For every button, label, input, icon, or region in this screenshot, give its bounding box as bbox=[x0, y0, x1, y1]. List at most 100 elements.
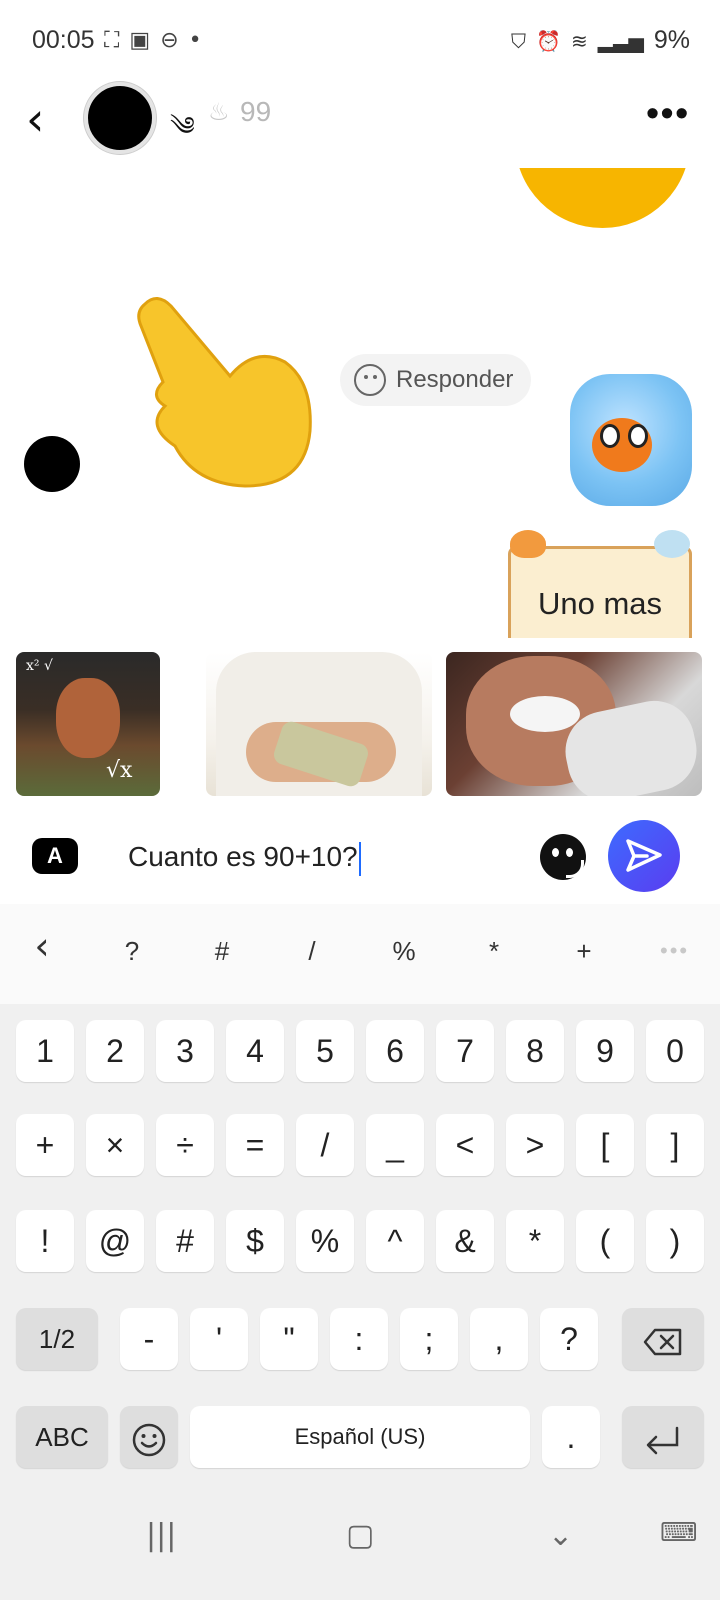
key[interactable]: , bbox=[470, 1308, 528, 1370]
message-composer: A Cuanto es 90+10? bbox=[0, 808, 720, 904]
backspace-icon bbox=[643, 1328, 682, 1355]
key[interactable]: ÷ bbox=[156, 1114, 214, 1176]
gif-face bbox=[56, 678, 120, 758]
battery-level: 9% bbox=[653, 26, 690, 54]
symbol-key[interactable]: + bbox=[554, 936, 614, 967]
gif-suggestions: x² √ √x bbox=[0, 650, 720, 798]
key[interactable]: 1 bbox=[16, 1020, 74, 1082]
message-text: Cuanto es 90+10? bbox=[128, 841, 358, 872]
space-key[interactable]: Español (US) bbox=[190, 1406, 530, 1468]
key[interactable]: % bbox=[296, 1210, 354, 1272]
key[interactable]: 4 bbox=[226, 1020, 284, 1082]
key[interactable]: - bbox=[120, 1308, 178, 1370]
signal-icon: ▂▃▅ bbox=[597, 28, 644, 53]
wind-icon: ༄ bbox=[170, 112, 195, 142]
alarm-icon: ⏰ bbox=[536, 28, 561, 53]
key[interactable]: / bbox=[296, 1114, 354, 1176]
dog-icon bbox=[654, 530, 690, 558]
keyboard-icon[interactable]: ⌨ bbox=[660, 1518, 698, 1548]
back-icon[interactable]: ‹ bbox=[26, 94, 66, 144]
wifi-icon: ≋ bbox=[570, 28, 588, 53]
gallery-icon: ▣ bbox=[129, 28, 151, 53]
gif-suggestion[interactable] bbox=[446, 652, 702, 796]
key[interactable]: # bbox=[156, 1210, 214, 1272]
abc-key[interactable]: ABC bbox=[16, 1406, 108, 1468]
symbol-key[interactable]: ? bbox=[102, 936, 162, 967]
text-cursor bbox=[358, 841, 361, 876]
key[interactable]: ) bbox=[646, 1210, 704, 1272]
avatar[interactable] bbox=[84, 82, 156, 154]
enter-key[interactable] bbox=[622, 1406, 704, 1468]
navigation-bar: ||| ▢ ⌄ ⌨ bbox=[0, 1488, 720, 1600]
gif-suggestion[interactable]: x² √ √x bbox=[16, 652, 160, 796]
key[interactable]: 2 bbox=[86, 1020, 144, 1082]
reply-label: Responder bbox=[396, 366, 514, 393]
sticker-eye bbox=[600, 424, 620, 448]
message-input[interactable]: Cuanto es 90+10? bbox=[110, 820, 610, 894]
key[interactable]: ! bbox=[16, 1210, 74, 1272]
key[interactable]: + bbox=[16, 1114, 74, 1176]
key[interactable]: $ bbox=[226, 1210, 284, 1272]
sticker-eye bbox=[628, 424, 648, 448]
sender-avatar[interactable] bbox=[24, 436, 80, 492]
recents-icon[interactable]: ||| bbox=[146, 1518, 176, 1553]
screenshot-icon: ⛶ bbox=[104, 28, 120, 53]
gif-mouth bbox=[510, 696, 580, 732]
emoji-icon bbox=[132, 1423, 166, 1456]
key[interactable]: < bbox=[436, 1114, 494, 1176]
symbol-suggestion-row: ‹ ? # / % * + ••• bbox=[0, 904, 720, 1004]
status-bar: 00:05 ⛶ ▣ ⊖ • ⛉ ⏰ ≋ ▂▃▅ 9% bbox=[0, 0, 720, 84]
key[interactable]: ^ bbox=[366, 1210, 424, 1272]
do-not-disturb-icon: ⊖ bbox=[160, 28, 179, 53]
more-options-icon[interactable]: ••• bbox=[660, 938, 689, 964]
key[interactable]: > bbox=[506, 1114, 564, 1176]
page-toggle-key[interactable]: 1/2 bbox=[16, 1308, 98, 1370]
chat-area: Responder Uno mas bbox=[0, 168, 720, 638]
reply-smiley-icon bbox=[354, 364, 386, 396]
key[interactable]: × bbox=[86, 1114, 144, 1176]
period-key[interactable]: . bbox=[542, 1406, 600, 1468]
key[interactable]: ] bbox=[646, 1114, 704, 1176]
symbol-key[interactable]: % bbox=[374, 936, 434, 967]
more-icon[interactable]: ••• bbox=[646, 92, 690, 134]
key[interactable]: & bbox=[436, 1210, 494, 1272]
key[interactable]: 3 bbox=[156, 1020, 214, 1082]
key[interactable]: @ bbox=[86, 1210, 144, 1272]
enter-icon bbox=[646, 1426, 679, 1454]
hide-keyboard-icon[interactable]: ⌄ bbox=[548, 1518, 573, 1553]
key[interactable]: ( bbox=[576, 1210, 634, 1272]
sticker-message[interactable] bbox=[515, 168, 690, 228]
key[interactable]: ? bbox=[540, 1308, 598, 1370]
status-right-icons: ⛉ ⏰ ≋ ▂▃▅ 9% bbox=[511, 26, 690, 55]
reply-button[interactable]: Responder bbox=[340, 354, 532, 406]
math-overlay: x² √ bbox=[26, 658, 53, 674]
symbol-key[interactable]: * bbox=[464, 936, 524, 967]
text-format-button[interactable]: A bbox=[32, 838, 78, 874]
key[interactable]: 6 bbox=[366, 1020, 424, 1082]
send-icon bbox=[626, 839, 662, 872]
key[interactable]: " bbox=[260, 1308, 318, 1370]
emoji-key[interactable] bbox=[120, 1406, 178, 1468]
key[interactable]: [ bbox=[576, 1114, 634, 1176]
key[interactable]: ; bbox=[400, 1308, 458, 1370]
key[interactable]: ' bbox=[190, 1308, 248, 1370]
dot-icon: • bbox=[188, 28, 202, 53]
streak-count: 99 bbox=[240, 96, 272, 127]
key[interactable]: : bbox=[330, 1308, 388, 1370]
key[interactable]: _ bbox=[366, 1114, 424, 1176]
key[interactable]: = bbox=[226, 1114, 284, 1176]
key[interactable]: 5 bbox=[296, 1020, 354, 1082]
pointing-hand-sticker[interactable] bbox=[135, 296, 315, 496]
key[interactable]: 7 bbox=[436, 1020, 494, 1082]
symbol-key[interactable]: / bbox=[282, 936, 342, 967]
key[interactable]: 0 bbox=[646, 1020, 704, 1082]
send-button[interactable] bbox=[608, 820, 680, 892]
gif-suggestion[interactable] bbox=[206, 652, 432, 796]
home-icon[interactable]: ▢ bbox=[346, 1518, 374, 1553]
backspace-key[interactable] bbox=[622, 1308, 704, 1370]
key[interactable]: * bbox=[506, 1210, 564, 1272]
symbol-key[interactable]: # bbox=[192, 936, 252, 967]
key[interactable]: 9 bbox=[576, 1020, 634, 1082]
collapse-back-icon[interactable]: ‹ bbox=[12, 924, 72, 968]
key[interactable]: 8 bbox=[506, 1020, 564, 1082]
